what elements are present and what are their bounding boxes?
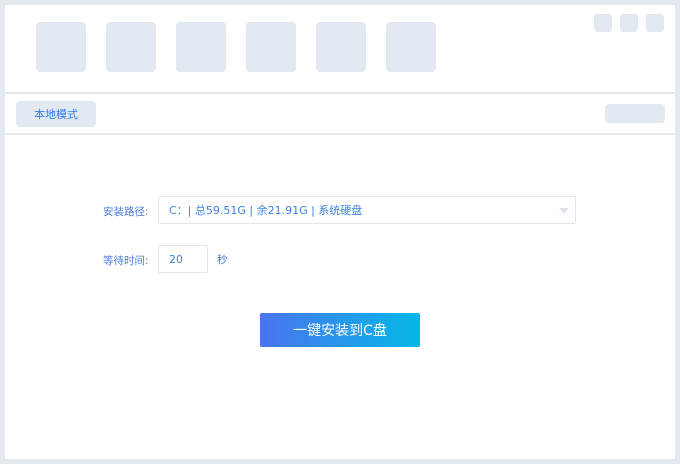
toolbar-placeholder-2[interactable] xyxy=(106,22,156,72)
install-path-value: C：| 总59.51G | 余21.91G | 系统硬盘 xyxy=(169,204,363,217)
chevron-down-icon xyxy=(559,208,569,214)
toolbar-placeholder-3[interactable] xyxy=(176,22,226,72)
install-path-select[interactable]: C：| 总59.51G | 余21.91G | 系统硬盘 xyxy=(158,196,576,224)
toolbar-placeholder-5[interactable] xyxy=(316,22,366,72)
divider xyxy=(5,133,675,135)
wait-time-unit: 秒 xyxy=(217,254,228,266)
toolbar-placeholder-6[interactable] xyxy=(386,22,436,72)
toolbar-placeholder-4[interactable] xyxy=(246,22,296,72)
wait-time-input[interactable]: 20 xyxy=(158,245,208,273)
app-window: 本地模式 安装路径: C：| 总59.51G | 余21.91G | 系统硬盘 … xyxy=(5,5,675,459)
right-placeholder-button[interactable] xyxy=(605,104,665,123)
close-button[interactable] xyxy=(646,14,664,32)
minimize-button[interactable] xyxy=(594,14,612,32)
install-button[interactable]: 一键安装到C盘 xyxy=(260,313,420,347)
install-path-label: 安装路径: xyxy=(103,206,149,218)
toolbar-placeholder-1[interactable] xyxy=(36,22,86,72)
divider xyxy=(5,92,675,94)
maximize-button[interactable] xyxy=(620,14,638,32)
tab-local-mode[interactable]: 本地模式 xyxy=(16,101,96,127)
wait-time-label: 等待时间: xyxy=(103,255,149,267)
